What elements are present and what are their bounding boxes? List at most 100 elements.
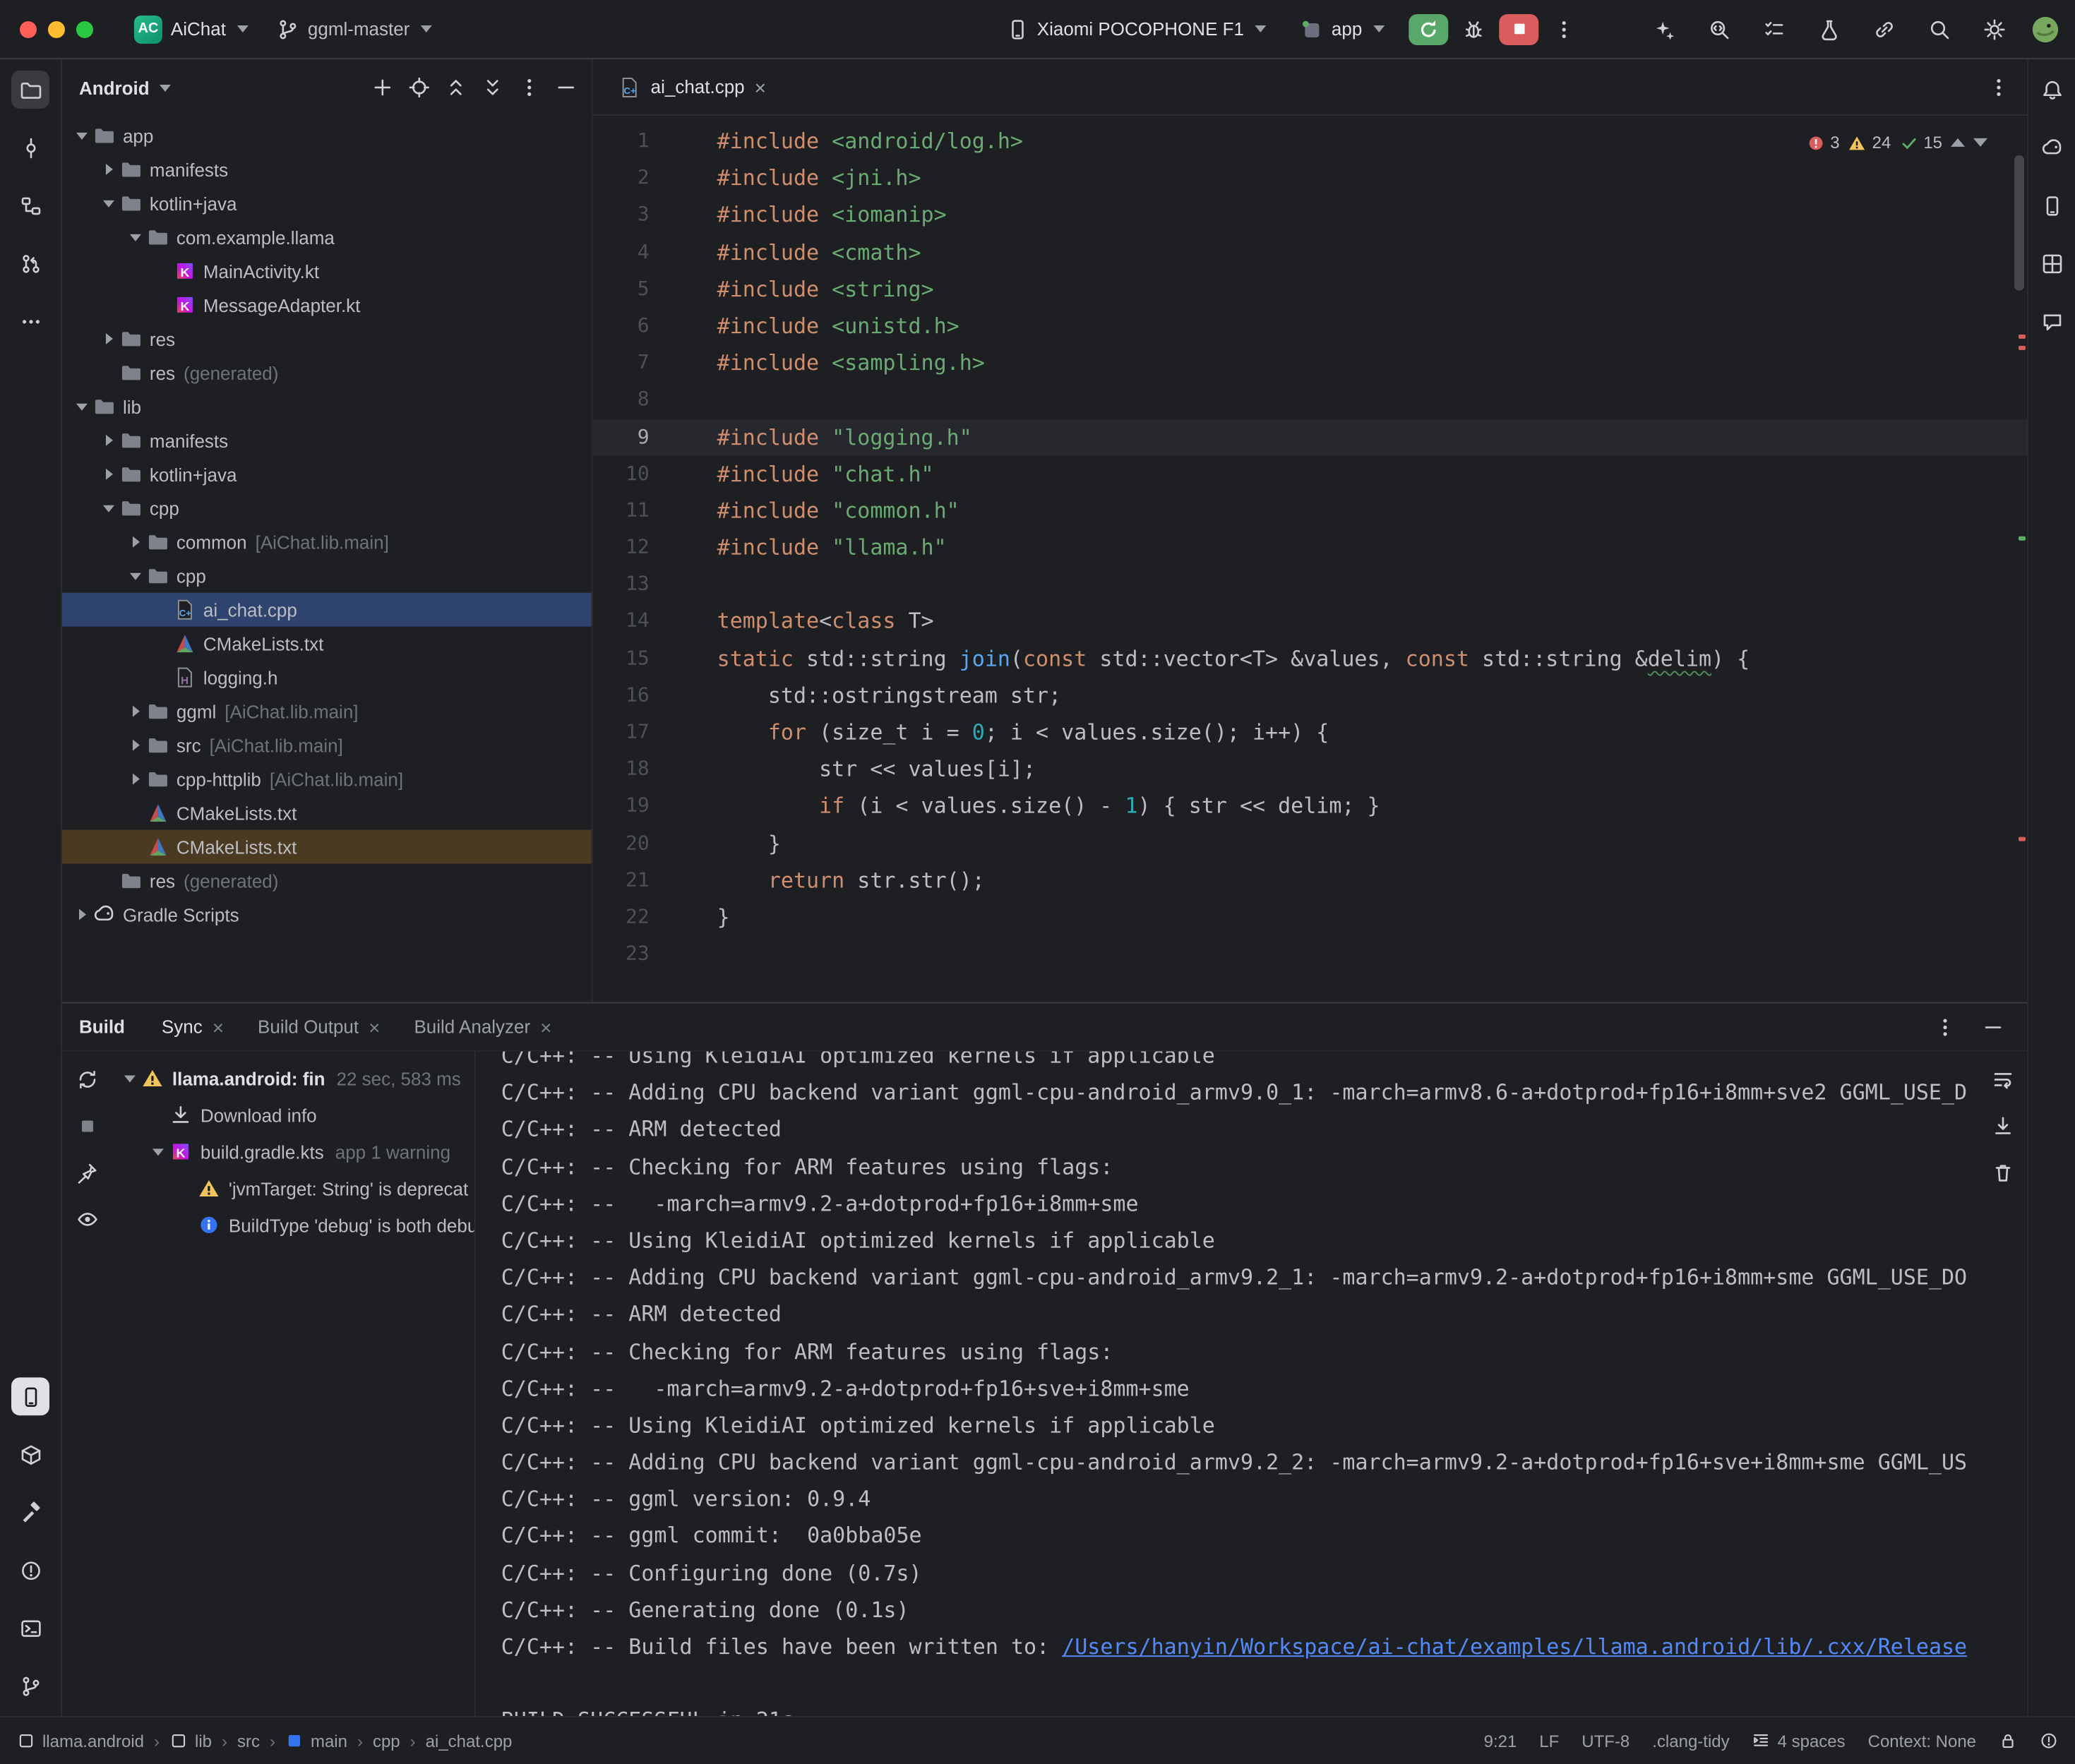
build-tool-tool-button[interactable] <box>11 1493 49 1531</box>
tree-item-common[interactable]: common[AiChat.lib.main] <box>62 525 592 559</box>
tree-item-cpp[interactable]: cpp <box>62 491 592 525</box>
terminal-tool-button[interactable] <box>11 1609 49 1647</box>
build-tree-item-build-gradle-kts[interactable]: Kbuild.gradle.ktsapp 1 warning <box>113 1133 474 1170</box>
code-line-5[interactable]: 5#include <string> <box>593 270 2027 307</box>
breadcrumb-item-lib[interactable]: lib <box>169 1731 212 1751</box>
code-line-15[interactable]: 15static std::string join(const std::vec… <box>593 640 2027 677</box>
build-tab-sync[interactable]: Sync× <box>148 1010 238 1043</box>
code-line-8[interactable]: 8 <box>593 381 2027 418</box>
stop-sync-button[interactable] <box>71 1109 104 1143</box>
context-widget[interactable]: Context: None <box>1868 1731 1976 1751</box>
build-panel-title[interactable]: Build <box>79 1016 125 1037</box>
build-tree-item-download-info[interactable]: Download info <box>113 1096 474 1133</box>
line-ending-selector[interactable]: LF <box>1539 1731 1559 1751</box>
app-insights-tool-button[interactable] <box>2033 302 2071 340</box>
running-devices-tool-button[interactable] <box>11 1377 49 1415</box>
notifications-tool-button[interactable] <box>2033 71 2071 109</box>
breadcrumb-item-src[interactable]: src <box>237 1731 260 1751</box>
device-selector[interactable]: Xiaomi POCOPHONE F1 <box>996 12 1276 46</box>
encoding-selector[interactable]: UTF-8 <box>1581 1731 1629 1751</box>
sync-rerun-button[interactable] <box>71 1062 104 1096</box>
pull-requests-tool-button[interactable] <box>11 244 49 282</box>
more-tools-tool-button[interactable] <box>11 302 49 340</box>
error-stripe-mark[interactable] <box>2019 335 2026 339</box>
close-tab-button[interactable]: × <box>755 77 766 97</box>
build-console[interactable]: C/C++: -- Using KleidiAI optimized kerne… <box>474 1051 1979 1716</box>
change-stripe-mark[interactable] <box>2019 536 2026 541</box>
debug-button[interactable] <box>1462 18 1485 40</box>
tree-item-kotlin-java[interactable]: kotlin+java <box>62 186 592 220</box>
tree-item-cpp-httplib[interactable]: cpp-httplib[AiChat.lib.main] <box>62 762 592 796</box>
commit-tool-button[interactable] <box>11 128 49 167</box>
tree-item-cmakelists-txt[interactable]: CMakeLists.txt <box>62 627 592 661</box>
tree-item-res[interactable]: res(generated) <box>62 356 592 390</box>
tree-item-gradle-scripts[interactable]: Gradle Scripts <box>62 898 592 932</box>
device-manager-tool-button[interactable] <box>2033 186 2071 224</box>
flask-button[interactable] <box>1811 11 1848 47</box>
tree-item-manifests[interactable]: manifests <box>62 152 592 186</box>
error-stripe-mark[interactable] <box>2019 346 2026 350</box>
search-button[interactable] <box>1921 11 1958 47</box>
breadcrumb-item-main[interactable]: main <box>285 1731 347 1751</box>
editor-tab-ai-chat-cpp[interactable]: C+ ai_chat.cpp × <box>604 59 780 114</box>
tree-item-src[interactable]: src[AiChat.lib.main] <box>62 728 592 762</box>
code-line-20[interactable]: 20 } <box>593 825 2027 862</box>
breadcrumb-item-llama-android[interactable]: llama.android <box>17 1731 144 1751</box>
show-details-button[interactable] <box>71 1202 104 1236</box>
scroll-to-end-button[interactable] <box>1986 1109 2020 1143</box>
clear-console-button[interactable] <box>1986 1156 2020 1189</box>
structure-tool-button[interactable] <box>11 186 49 224</box>
build-options-button[interactable] <box>1928 1009 1962 1043</box>
code-line-23[interactable]: 23 <box>593 936 2027 973</box>
code-line-17[interactable]: 17 for (size_t i = 0; i < values.size();… <box>593 714 2027 751</box>
code-line-13[interactable]: 13 <box>593 566 2027 603</box>
project-tool-button[interactable] <box>11 71 49 109</box>
rerun-button[interactable] <box>1409 13 1448 44</box>
code-line-12[interactable]: 12#include "llama.h" <box>593 529 2027 566</box>
tree-item-kotlin-java[interactable]: kotlin+java <box>62 457 592 491</box>
close-window-button[interactable] <box>20 20 37 37</box>
tree-item-cmakelists-txt[interactable]: CMakeLists.txt <box>62 830 592 864</box>
task-list-button[interactable] <box>1756 11 1793 47</box>
build-tab-build-output[interactable]: Build Output× <box>244 1010 394 1043</box>
breadcrumb-item-ai-chat-cpp[interactable]: ai_chat.cpp <box>426 1731 513 1751</box>
previous-problem-button[interactable] <box>1951 138 1965 147</box>
run-config-selector[interactable]: app <box>1291 12 1394 46</box>
gradle-tool-tool-button[interactable] <box>2033 128 2071 167</box>
tree-item-cmakelists-txt[interactable]: CMakeLists.txt <box>62 796 592 830</box>
user-avatar[interactable] <box>2030 13 2061 44</box>
project-selector[interactable]: AC AiChat <box>124 9 258 49</box>
code-line-10[interactable]: 10#include "chat.h" <box>593 455 2027 492</box>
tree-item-messageadapter-kt[interactable]: KMessageAdapter.kt <box>62 288 592 322</box>
inspections-widget[interactable]: 3 24 15 <box>1806 124 1987 161</box>
console-link[interactable]: /Users/hanyin/Workspace/ai-chat/examples… <box>1062 1634 1967 1660</box>
link-button[interactable] <box>1866 11 1903 47</box>
project-view-selector[interactable]: Android <box>79 77 171 98</box>
tree-item-cpp[interactable]: cpp <box>62 559 592 593</box>
build-tree-item-jvmtarget-string-is-deprecat[interactable]: 'jvmTarget: String' is deprecat <box>113 1170 474 1206</box>
soft-wrap-button[interactable] <box>1986 1062 2020 1096</box>
close-tab-button[interactable]: × <box>540 1016 551 1036</box>
code-area[interactable]: 1#include <android/log.h>2#include <jni.… <box>593 116 2027 1002</box>
version-control-tool-button[interactable] <box>11 1667 49 1705</box>
code-line-6[interactable]: 6#include <unistd.h> <box>593 308 2027 344</box>
breadcrumb-item-cpp[interactable]: cpp <box>373 1731 400 1751</box>
tree-item-res[interactable]: res <box>62 322 592 356</box>
code-line-16[interactable]: 16 std::ostringstream str; <box>593 677 2027 714</box>
minimize-window-button[interactable] <box>48 20 65 37</box>
event-log-icon[interactable] <box>2040 1732 2058 1750</box>
tree-item-com-example-llama[interactable]: com.example.llama <box>62 220 592 254</box>
code-line-4[interactable]: 4#include <cmath> <box>593 234 2027 270</box>
linter-status[interactable]: .clang-tidy <box>1652 1731 1729 1751</box>
editor-scrollbar[interactable] <box>2014 155 2024 291</box>
layout-inspector-tool-button[interactable] <box>2033 244 2071 282</box>
search-code-button[interactable] <box>1701 11 1738 47</box>
build-tree-item-llama-android-fin[interactable]: llama.android: fin22 sec, 583 ms <box>113 1060 474 1096</box>
code-line-22[interactable]: 22} <box>593 899 2027 935</box>
code-line-2[interactable]: 2#include <jni.h> <box>593 160 2027 196</box>
branch-selector[interactable]: ggml-master <box>267 12 442 46</box>
next-problem-button[interactable] <box>1973 138 1987 147</box>
more-run-options-button[interactable] <box>1553 18 1575 40</box>
tree-item-manifests[interactable]: manifests <box>62 424 592 457</box>
ai-actions-button[interactable] <box>1646 11 1682 47</box>
